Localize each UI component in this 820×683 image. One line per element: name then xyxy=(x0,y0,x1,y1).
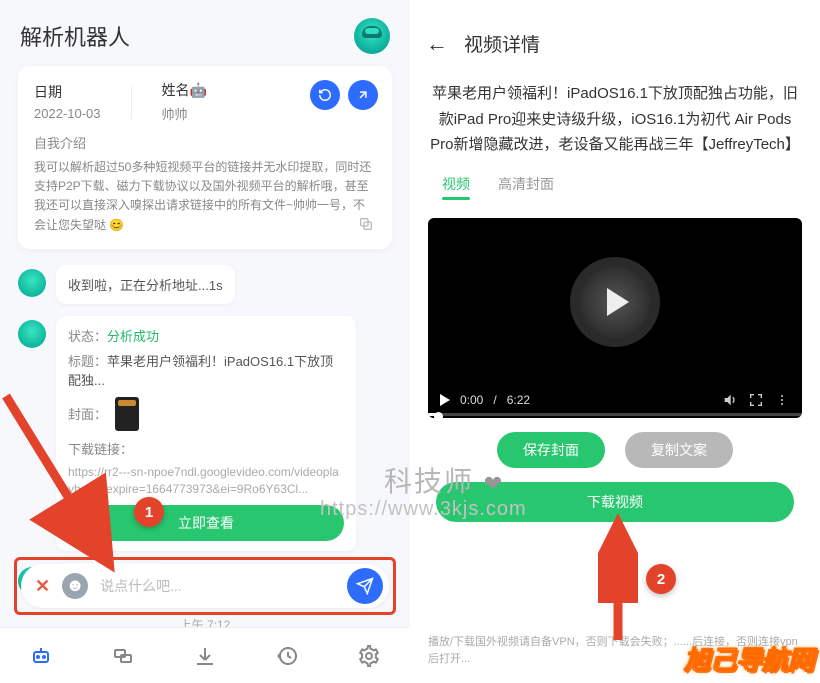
play-icon xyxy=(607,288,629,316)
right-pane-video-detail: ← 视频详情 苹果老用户领福利！iPadOS16.1下放顶配独占功能，旧款iPa… xyxy=(410,0,820,683)
title-label: 标题： xyxy=(68,354,107,369)
download-link-label: 下载链接： xyxy=(68,442,133,457)
divider xyxy=(131,85,132,119)
tab-settings[interactable] xyxy=(328,628,410,683)
message-row: 状态：分析成功 标题：苹果老用户领福利！iPadOS16.1下放顶配独... 封… xyxy=(0,310,410,558)
view-now-button[interactable]: 立即查看 xyxy=(68,505,344,541)
video-time-total: 6:22 xyxy=(507,393,530,407)
status-label: 状态： xyxy=(68,329,107,344)
message-input-bar: ✕ 说点什么吧... xyxy=(21,564,389,608)
more-icon[interactable] xyxy=(774,392,790,408)
tab-download[interactable] xyxy=(164,628,246,683)
profile-card: 日期 2022-10-03 姓名🤖 帅帅 自我介绍 我可以解析超过50多种短视频… xyxy=(18,66,392,249)
annotation-marker-1: 1 xyxy=(134,497,164,527)
video-title-text: 苹果老用户领福利！iPadOS16.1下放顶配独占功能，旧款iPad Pro迎来… xyxy=(410,69,820,174)
save-cover-button[interactable]: 保存封面 xyxy=(497,432,605,468)
self-intro-label: 自我介绍 xyxy=(34,133,376,152)
play-button-large[interactable] xyxy=(570,257,660,347)
chat-header: 解析机器人 xyxy=(0,0,410,66)
emoji-icon[interactable] xyxy=(62,573,88,599)
date-label: 日期 xyxy=(34,82,101,102)
copy-icon[interactable] xyxy=(358,216,374,232)
vpn-notice: 播放/下载国外视频请自备VPN，否则下载会失败；......后连接，否则连接vp… xyxy=(410,634,820,667)
status-value: 分析成功 xyxy=(107,329,159,344)
refresh-button[interactable] xyxy=(310,80,340,110)
send-button[interactable] xyxy=(347,568,383,604)
chat-title: 解析机器人 xyxy=(20,20,130,52)
share-button[interactable] xyxy=(348,80,378,110)
close-icon[interactable]: ✕ xyxy=(35,576,50,597)
tab-video[interactable]: 视频 xyxy=(442,174,470,200)
video-time-current: 0:00 xyxy=(460,393,483,407)
download-url: https://rr2---sn-npoe7ndl.googlevideo.co… xyxy=(68,464,344,498)
tab-transfer[interactable] xyxy=(82,628,164,683)
fullscreen-icon[interactable] xyxy=(748,392,764,408)
page-title: 视频详情 xyxy=(464,30,540,57)
title-value: 苹果老用户领福利！iPadOS16.1下放顶配独... xyxy=(68,354,333,388)
detail-header: ← 视频详情 xyxy=(410,0,820,69)
play-icon-small[interactable] xyxy=(440,394,450,406)
annotation-marker-2: 2 xyxy=(646,564,676,594)
bot-message-result: 状态：分析成功 标题：苹果老用户领福利！iPadOS16.1下放顶配独... 封… xyxy=(56,316,356,552)
video-progress[interactable] xyxy=(428,413,802,416)
cover-label: 封面： xyxy=(68,404,107,423)
message-input[interactable]: 说点什么吧... xyxy=(100,576,335,596)
bot-avatar-small xyxy=(18,269,46,297)
date-value: 2022-10-03 xyxy=(34,106,101,121)
detail-tabs: 视频 高清封面 xyxy=(410,174,820,210)
back-icon[interactable]: ← xyxy=(426,31,448,57)
name-value: 帅帅 xyxy=(162,104,207,123)
tab-robot[interactable] xyxy=(0,628,82,683)
name-label: 姓名🤖 xyxy=(162,80,207,100)
tab-hd-cover[interactable]: 高清封面 xyxy=(498,174,554,200)
copy-text-button[interactable]: 复制文案 xyxy=(625,432,733,468)
video-progress-thumb[interactable] xyxy=(434,412,443,418)
self-intro-body: 我可以解析超过50多种短视频平台的链接并无水印提取，同时还支持P2P下载、磁力下… xyxy=(34,158,376,235)
action-buttons: 保存封面 复制文案 xyxy=(410,432,820,468)
tab-history[interactable] xyxy=(246,628,328,683)
bot-avatar[interactable] xyxy=(354,18,390,54)
volume-icon[interactable] xyxy=(722,392,738,408)
bot-message-analyzing: 收到啦，正在分析地址...1s xyxy=(56,265,235,304)
time-sep: / xyxy=(493,393,496,407)
cover-thumbnail[interactable] xyxy=(115,397,139,431)
video-player[interactable]: 0:00 / 6:22 xyxy=(428,218,802,418)
left-pane-chatbot: 解析机器人 日期 2022-10-03 姓名🤖 帅帅 自我介绍 我可以解析超过5… xyxy=(0,0,410,683)
bot-avatar-small xyxy=(18,320,46,348)
input-highlight: ✕ 说点什么吧... xyxy=(14,557,396,615)
message-row: 收到啦，正在分析地址...1s xyxy=(0,259,410,310)
download-video-button[interactable]: 下载视频 xyxy=(436,482,794,522)
bottom-nav xyxy=(0,627,410,683)
